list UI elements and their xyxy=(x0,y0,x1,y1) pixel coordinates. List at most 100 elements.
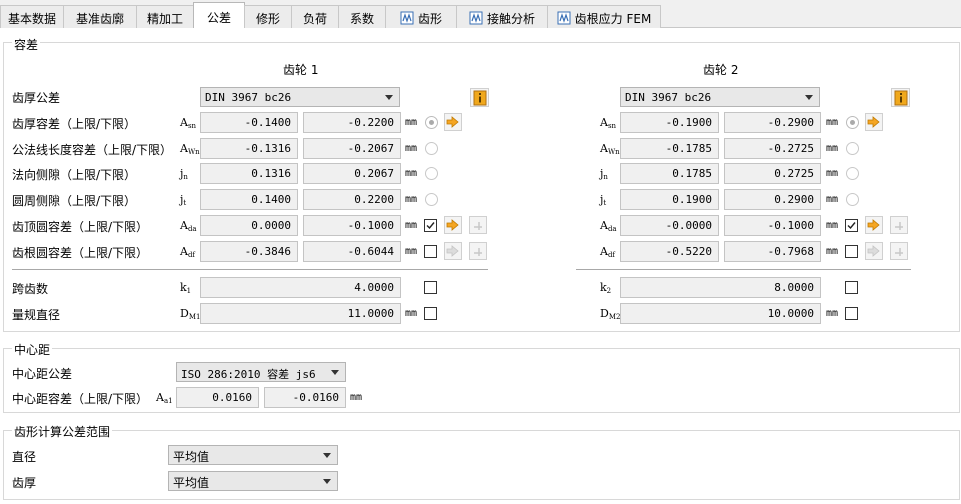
center-tol-label: 中心距公差 xyxy=(12,367,73,381)
symbol-k1: k1 xyxy=(180,281,192,295)
diameter-select[interactable]: 平均值 xyxy=(168,445,338,465)
unit-mm: mm xyxy=(826,220,839,231)
gear1-ada-lower[interactable]: -0.1000 xyxy=(303,215,401,236)
unit-mm: mm xyxy=(350,392,363,403)
unit-mm: mm xyxy=(826,194,839,205)
gear2-awn-radio[interactable] xyxy=(846,142,859,155)
gear1-span-count[interactable]: 4.0000 xyxy=(200,277,401,298)
gear2-asn-calc-button[interactable] xyxy=(865,113,883,131)
gear1-adf-calc-button[interactable] xyxy=(444,242,462,260)
gear1-asn-upper[interactable]: -0.1400 xyxy=(200,112,298,133)
gear2-asn-upper[interactable]: -0.1900 xyxy=(620,112,719,133)
chevron-down-icon xyxy=(323,479,331,484)
gear1-ball-checkbox[interactable] xyxy=(424,307,437,320)
tolerance-group-title: 容差 xyxy=(12,36,41,53)
gear1-thickness-tol-select[interactable]: DIN 3967 bc26 xyxy=(200,87,400,107)
chevron-down-icon xyxy=(331,370,339,375)
row-label-tip-diameter: 齿顶圆容差（上限/下限） xyxy=(12,220,149,234)
tab-finishing[interactable]: 精加工 xyxy=(136,5,194,28)
symbol-asn-1: Asn xyxy=(180,116,197,130)
gear2-asn-lower[interactable]: -0.2900 xyxy=(724,112,821,133)
gear2-jt-lower[interactable]: 0.2900 xyxy=(724,189,821,210)
symbol-awn-1: AWn xyxy=(180,142,200,156)
gear1-info-button[interactable] xyxy=(470,88,489,107)
tab-basic-data[interactable]: 基本数据 xyxy=(0,5,64,28)
tooth-form-range-group xyxy=(3,430,960,500)
unit-mm: mm xyxy=(405,168,418,179)
gear1-awn-upper[interactable]: -0.1316 xyxy=(200,138,298,159)
gear2-ada-checkbox[interactable] xyxy=(845,219,858,232)
unit-mm: mm xyxy=(826,246,839,257)
gear1-asn-lower[interactable]: -0.2200 xyxy=(303,112,401,133)
tab-modifications[interactable]: 修形 xyxy=(244,5,292,28)
gear1-adf-lower[interactable]: -0.6044 xyxy=(303,241,401,262)
gear1-adf-sizing-button[interactable] xyxy=(469,242,487,260)
gear1-ada-sizing-button[interactable] xyxy=(469,216,487,234)
separator xyxy=(576,269,911,270)
gear2-jn-upper[interactable]: 0.1785 xyxy=(620,163,719,184)
gear1-span-checkbox[interactable] xyxy=(424,281,437,294)
tab-root-stress-fem[interactable]: 齿根应力 FEM xyxy=(547,5,661,28)
gear2-ada-calc-button[interactable] xyxy=(865,216,883,234)
tab-contact-analysis[interactable]: 接触分析 xyxy=(456,5,548,28)
gear2-awn-lower[interactable]: -0.2725 xyxy=(724,138,821,159)
gear1-adf-upper[interactable]: -0.3846 xyxy=(200,241,298,262)
tab-reference-profile[interactable]: 基准齿廓 xyxy=(63,5,137,28)
gear1-jt-upper[interactable]: 0.1400 xyxy=(200,189,298,210)
gear1-adf-checkbox[interactable] xyxy=(424,245,437,258)
gear2-span-count[interactable]: 8.0000 xyxy=(620,277,821,298)
gear1-jn-lower[interactable]: 0.2067 xyxy=(303,163,401,184)
unit-mm: mm xyxy=(826,168,839,179)
gear1-jn-radio[interactable] xyxy=(425,167,438,180)
tooth-form-range-group-title: 齿形计算公差范围 xyxy=(12,423,113,440)
tab-tolerances[interactable]: 公差 xyxy=(193,2,245,29)
separator xyxy=(12,269,488,270)
gear1-awn-lower[interactable]: -0.2067 xyxy=(303,138,401,159)
gear2-adf-upper[interactable]: -0.5220 xyxy=(620,241,719,262)
row-label-circumferential-backlash: 圆周侧隙（上限/下限） xyxy=(12,194,137,208)
gear1-ball-diameter[interactable]: 11.0000 xyxy=(200,303,401,324)
gear1-awn-radio[interactable] xyxy=(425,142,438,155)
chevron-down-icon xyxy=(385,95,393,100)
thickness-select[interactable]: 平均值 xyxy=(168,471,338,491)
gear2-adf-lower[interactable]: -0.7968 xyxy=(724,241,821,262)
gear2-ball-diameter[interactable]: 10.0000 xyxy=(620,303,821,324)
gear1-asn-radio[interactable] xyxy=(425,116,438,129)
gear2-span-checkbox[interactable] xyxy=(845,281,858,294)
center-tol-select[interactable]: ISO 286:2010 容差 js6 xyxy=(176,362,346,382)
tab-tooth-form[interactable]: 齿形 xyxy=(385,5,457,28)
unit-mm: mm xyxy=(405,220,418,231)
unit-mm: mm xyxy=(405,246,418,257)
tooth-form-icon xyxy=(400,11,414,25)
gear2-jn-radio[interactable] xyxy=(846,167,859,180)
gear1-ada-calc-button[interactable] xyxy=(444,216,462,234)
gear2-adf-checkbox[interactable] xyxy=(845,245,858,258)
tab-factors[interactable]: 系数 xyxy=(338,5,386,28)
gear2-ada-lower[interactable]: -0.1000 xyxy=(724,215,821,236)
center-dev-lower[interactable]: -0.0160 xyxy=(264,387,346,408)
center-dev-upper[interactable]: 0.0160 xyxy=(176,387,259,408)
gear1-ada-checkbox[interactable] xyxy=(424,219,437,232)
gear2-awn-upper[interactable]: -0.1785 xyxy=(620,138,719,159)
gear2-ada-sizing-button[interactable] xyxy=(890,216,908,234)
gear1-jn-upper[interactable]: 0.1316 xyxy=(200,163,298,184)
gear1-ada-upper[interactable]: 0.0000 xyxy=(200,215,298,236)
gear2-asn-radio[interactable] xyxy=(846,116,859,129)
unit-mm: mm xyxy=(405,308,418,319)
gear1-jt-radio[interactable] xyxy=(425,193,438,206)
gear2-thickness-tol-select[interactable]: DIN 3967 bc26 xyxy=(620,87,820,107)
gear2-adf-sizing-button[interactable] xyxy=(890,242,908,260)
tab-load[interactable]: 负荷 xyxy=(291,5,339,28)
gear1-jt-lower[interactable]: 0.2200 xyxy=(303,189,401,210)
row-label-root-diameter: 齿根圆容差（上限/下限） xyxy=(12,246,149,260)
gear2-info-button[interactable] xyxy=(891,88,910,107)
gear2-jt-upper[interactable]: 0.1900 xyxy=(620,189,719,210)
gear2-ada-upper[interactable]: -0.0000 xyxy=(620,215,719,236)
gear2-jn-lower[interactable]: 0.2725 xyxy=(724,163,821,184)
gear2-ball-checkbox[interactable] xyxy=(845,307,858,320)
info-icon xyxy=(473,90,487,106)
gear1-asn-calc-button[interactable] xyxy=(444,113,462,131)
gear2-jt-radio[interactable] xyxy=(846,193,859,206)
symbol-adf-2: Adf xyxy=(600,245,616,259)
gear2-adf-calc-button[interactable] xyxy=(865,242,883,260)
